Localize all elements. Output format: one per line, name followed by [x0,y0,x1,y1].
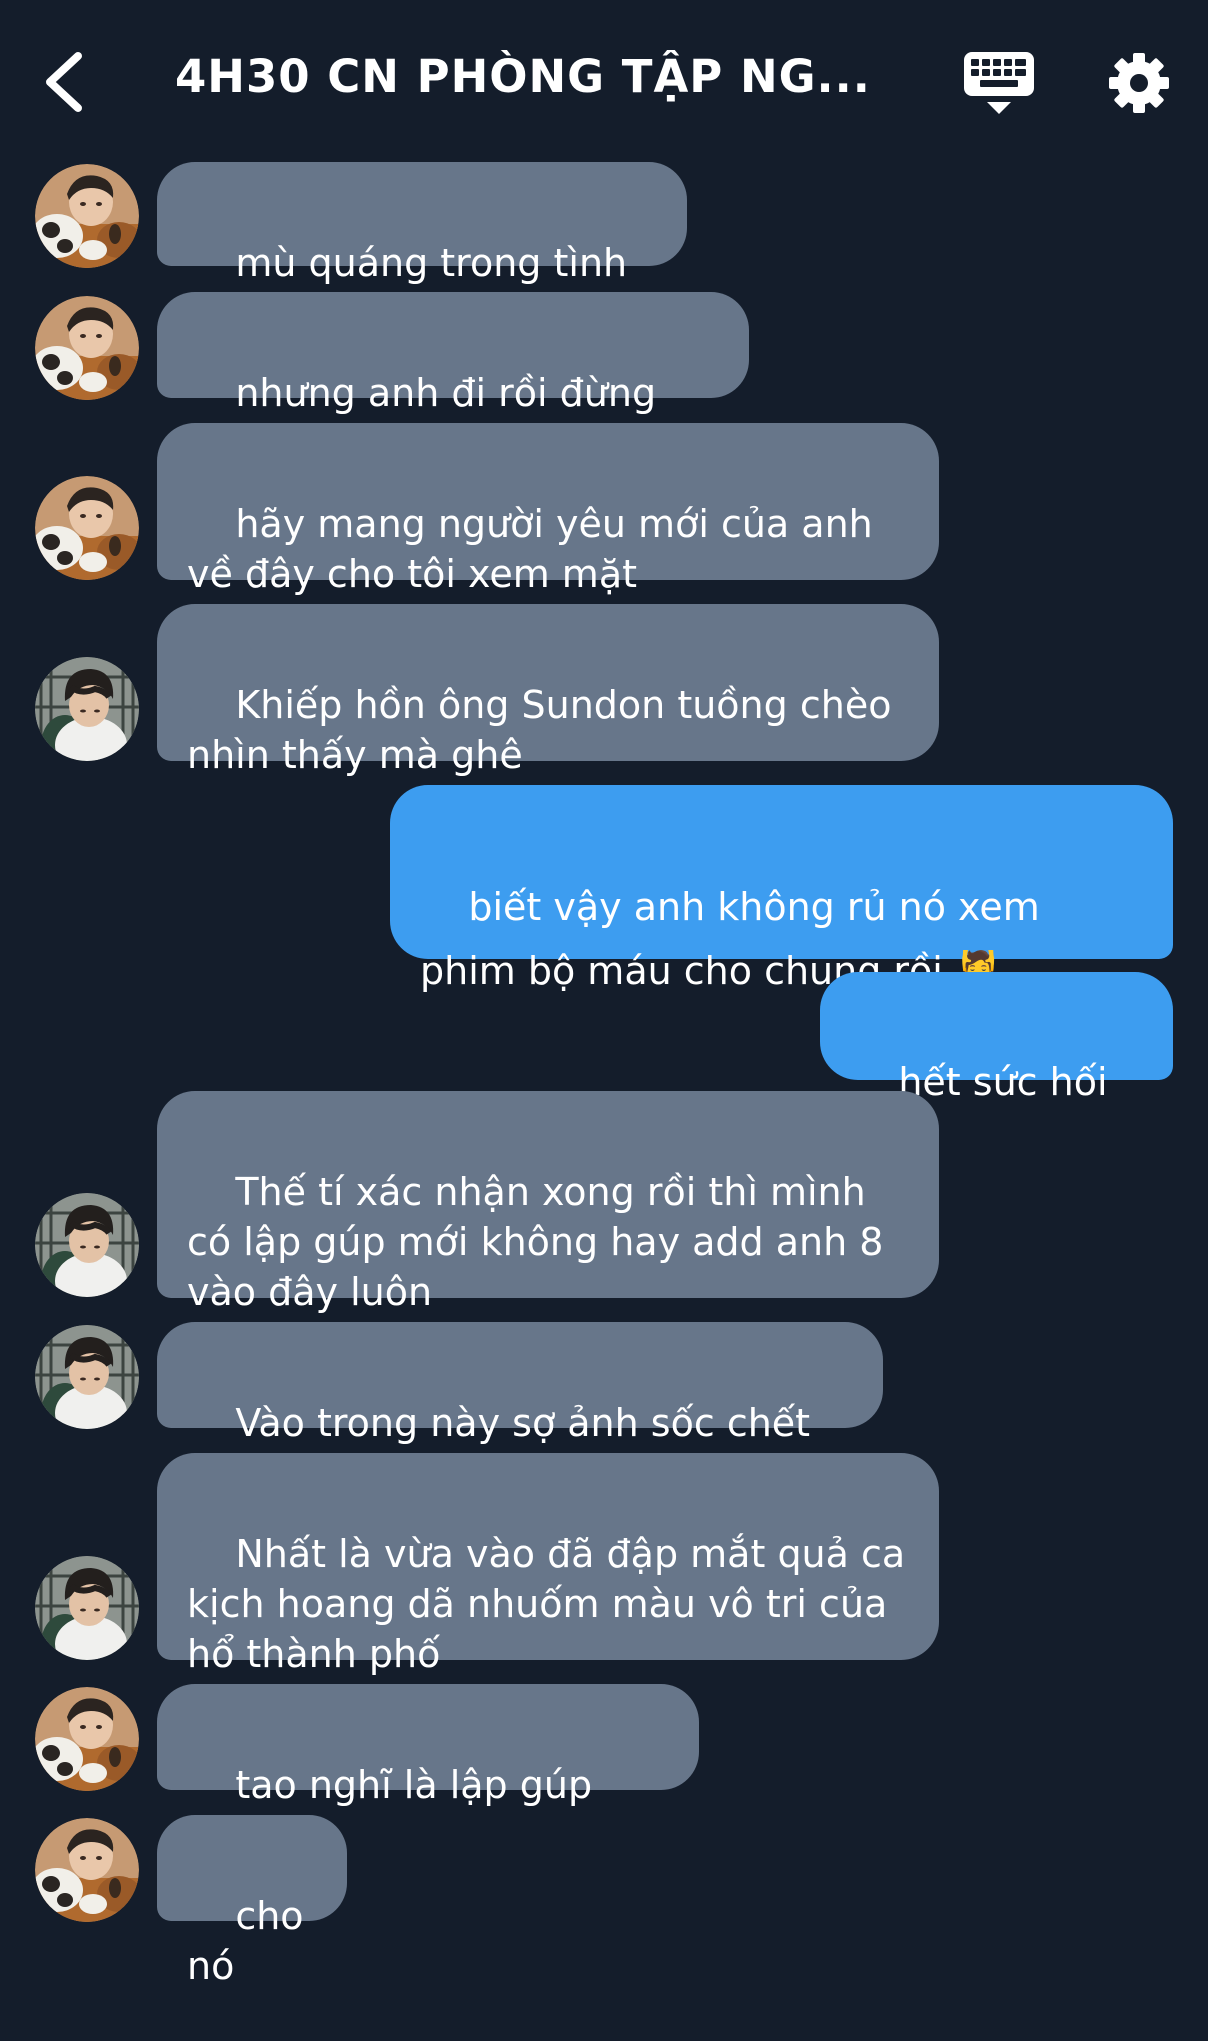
user-a-photo [35,1818,139,1922]
avatar[interactable] [35,296,139,400]
back-button[interactable] [36,42,96,122]
message-bubble[interactable]: cho nó [157,1815,347,1988]
avatar[interactable] [35,1556,139,1660]
avatar[interactable] [35,1193,139,1297]
user-a-photo [35,296,139,400]
message-bubble[interactable]: mù quáng trong tình yêu [157,162,687,335]
message-text: Thế tí xác nhận xong rồi thì mình có lập… [187,1170,896,1314]
chevron-left-icon [46,52,82,112]
message-bubble[interactable]: hãy mang người yêu mới của anh về đây ch… [157,423,939,596]
message-bubble[interactable]: nhưng anh đi rồi đừng quên [157,292,749,465]
avatar[interactable] [35,476,139,580]
avatar[interactable] [35,657,139,761]
user-a-photo [35,164,139,268]
message-bubble[interactable]: Nhất là vừa vào đã đập mắt quả ca kịch h… [157,1453,939,1676]
avatar[interactable] [35,1325,139,1429]
message-bubble[interactable]: Khiếp hồn ông Sundon tuồng chèo nhìn thấ… [157,604,939,777]
message-list[interactable]: mù quáng trong tình yêu nhưng anh đi rồi… [0,160,1208,1988]
message-text: cho nó [187,1894,316,1988]
avatar[interactable] [35,1818,139,1922]
message-bubble[interactable]: Vào trong này sợ ảnh sốc chết mất [157,1322,883,1495]
user-a-photo [35,1687,139,1791]
chat-header: 4H30 CN PHÒNG TẬP NG... [0,0,1208,160]
keyboard-button[interactable] [962,50,1036,116]
user-b-photo [35,1556,139,1660]
message-text: Nhất là vừa vào đã đập mắt quả ca kịch h… [187,1532,918,1676]
keyboard-icon [964,52,1034,114]
gear-icon [1109,53,1169,113]
settings-button[interactable] [1108,52,1170,114]
user-b-photo [35,657,139,761]
avatar[interactable] [35,164,139,268]
chat-title[interactable]: 4H30 CN PHÒNG TẬP NG... [175,50,895,103]
message-text: Khiếp hồn ông Sundon tuồng chèo nhìn thấ… [187,683,904,777]
user-a-photo [35,476,139,580]
message-bubble-outgoing[interactable]: biết vậy anh không rủ nó xem phim bộ máu… [390,785,1173,993]
message-text: hãy mang người yêu mới của anh về đây ch… [187,502,885,596]
message-bubble[interactable]: Thế tí xác nhận xong rồi thì mình có lập… [157,1091,939,1314]
avatar[interactable] [35,1687,139,1791]
user-b-photo [35,1325,139,1429]
message-bubble[interactable]: tao nghĩ là lập gúp mới đi [157,1684,699,1857]
user-b-photo [35,1193,139,1297]
message-bubble-outgoing[interactable]: hết sức hối hận [820,972,1173,1160]
